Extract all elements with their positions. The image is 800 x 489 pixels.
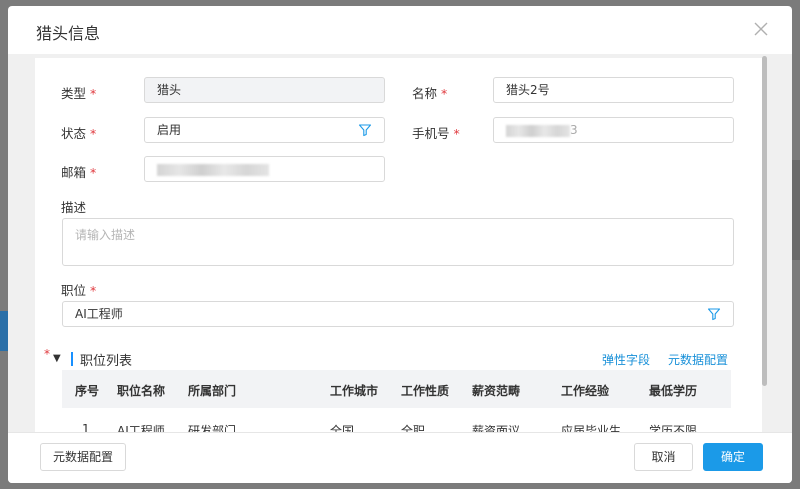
modal-header: 猎头信息 bbox=[8, 6, 792, 54]
column-header: 薪资范畴 bbox=[472, 384, 521, 398]
position-list-header: * ▼ 职位列表 弹性字段 元数据配置 bbox=[44, 347, 743, 371]
cancel-button[interactable]: 取消 bbox=[634, 443, 693, 471]
headhunter-info-modal: 猎头信息 类型 * 猎头 名称 * 猎头2号 状态 * 启用 手机号 * 3 邮箱 * bbox=[8, 6, 792, 483]
elastic-field-link[interactable]: 弹性字段 bbox=[602, 351, 650, 368]
type-label: 类型 * bbox=[61, 86, 97, 101]
metadata-config-button[interactable]: 元数据配置 bbox=[40, 443, 126, 471]
phone-input[interactable]: 3 bbox=[493, 117, 734, 143]
position-label: 职位 * bbox=[61, 283, 97, 298]
name-label: 名称 * bbox=[412, 86, 448, 101]
confirm-button[interactable]: 确定 bbox=[703, 443, 763, 471]
metadata-config-link[interactable]: 元数据配置 bbox=[668, 351, 728, 368]
type-field: 猎头 bbox=[144, 77, 385, 103]
status-select[interactable]: 启用 bbox=[144, 117, 385, 143]
close-icon[interactable] bbox=[752, 20, 770, 38]
column-header: 工作性质 bbox=[401, 384, 450, 398]
column-header: 职位名称 bbox=[117, 384, 166, 398]
redacted-phone bbox=[506, 124, 570, 137]
table-header: 序号 职位名称 所属部门 工作城市 工作性质 薪资范畴 工作经验 最低学历 bbox=[62, 370, 731, 408]
form-card: 类型 * 猎头 名称 * 猎头2号 状态 * 启用 手机号 * 3 邮箱 * 描述 请输入… bbox=[35, 58, 762, 438]
phone-label: 手机号 * bbox=[412, 126, 460, 141]
section-accent-bar bbox=[71, 352, 73, 366]
funnel-icon bbox=[358, 124, 372, 137]
caret-down-icon[interactable]: ▼ bbox=[53, 353, 61, 364]
name-input[interactable]: 猎头2号 bbox=[493, 77, 734, 103]
vertical-scrollbar[interactable] bbox=[762, 56, 767, 386]
column-header: 所属部门 bbox=[188, 384, 237, 398]
description-textarea[interactable]: 请输入描述 bbox=[62, 218, 734, 266]
email-input[interactable] bbox=[144, 156, 385, 182]
background-sidebar-edge bbox=[0, 311, 8, 351]
modal-footer: 元数据配置 取消 确定 bbox=[8, 432, 792, 483]
column-header: 工作城市 bbox=[330, 384, 379, 398]
position-select[interactable]: AI工程师 bbox=[62, 301, 734, 327]
modal-title: 猎头信息 bbox=[36, 24, 101, 43]
background-edge bbox=[792, 160, 800, 260]
email-label: 邮箱 * bbox=[61, 165, 97, 180]
status-label: 状态 * bbox=[61, 126, 97, 141]
column-header: 序号 bbox=[75, 384, 100, 398]
funnel-icon bbox=[707, 308, 721, 321]
redacted-email bbox=[157, 163, 269, 176]
column-header: 工作经验 bbox=[561, 384, 610, 398]
description-label: 描述 bbox=[61, 200, 87, 215]
modal-body: 类型 * 猎头 名称 * 猎头2号 状态 * 启用 手机号 * 3 邮箱 * 描述 请输入… bbox=[8, 54, 792, 438]
required-mark: * bbox=[44, 347, 50, 361]
column-header: 最低学历 bbox=[649, 384, 698, 398]
position-list-title: 职位列表 bbox=[80, 354, 133, 369]
